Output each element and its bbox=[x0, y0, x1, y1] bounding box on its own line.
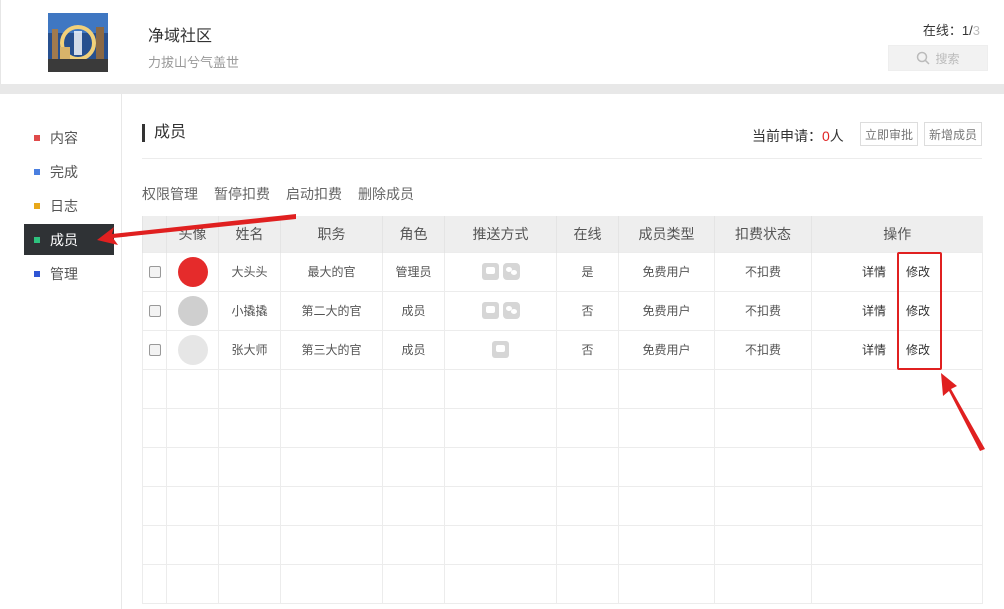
apply-prefix: 当前申请： bbox=[752, 128, 822, 144]
member-online: 否 bbox=[556, 290, 619, 331]
permission-manage-link[interactable]: 权限管理 bbox=[142, 184, 198, 204]
table-row: 小撬撬 第二大的官 成员 否 免费用户 不扣费 详情 修改 bbox=[142, 290, 983, 331]
app-subtitle: 力拔山兮气盖世 bbox=[148, 55, 240, 70]
sidebar-item-label: 成员 bbox=[50, 231, 78, 248]
detail-link[interactable]: 详情 bbox=[862, 343, 886, 357]
red-dot-icon bbox=[34, 134, 40, 141]
approve-now-button[interactable]: 立即审批 bbox=[860, 122, 918, 146]
member-position: 最大的官 bbox=[280, 251, 383, 292]
column-header-select bbox=[142, 216, 167, 252]
member-name: 张大师 bbox=[218, 329, 281, 370]
column-header-role: 角色 bbox=[382, 216, 445, 252]
empty-row bbox=[142, 524, 983, 565]
app-title: 净域社区 bbox=[148, 28, 213, 45]
row-checkbox[interactable] bbox=[148, 266, 161, 279]
main-panel: 成员 当前申请：0人 立即审批 新增成员 权限管理 暂停扣费 启动扣费 删除成员… bbox=[122, 94, 1004, 609]
pending-application-info: 当前申请：0人 bbox=[752, 126, 844, 146]
sidebar-item-done[interactable]: 完成 bbox=[24, 156, 114, 187]
sidebar-item-label: 完成 bbox=[50, 163, 78, 180]
page-title: 成员 bbox=[142, 124, 186, 142]
message-icon bbox=[481, 263, 499, 280]
bulk-actions-bar: 权限管理 暂停扣费 启动扣费 删除成员 bbox=[142, 184, 430, 204]
edit-link[interactable]: 修改 bbox=[906, 265, 930, 279]
billing-status: 不扣费 bbox=[714, 251, 812, 292]
apply-suffix: 人 bbox=[829, 128, 844, 144]
empty-row bbox=[142, 407, 983, 448]
sidebar-item-label: 管理 bbox=[50, 265, 78, 282]
search-label: 搜索 bbox=[935, 51, 960, 66]
blue-dot-icon bbox=[34, 168, 40, 175]
search-button[interactable]: 搜索 bbox=[888, 45, 988, 71]
table-row: 大头头 最大的官 管理员 是 免费用户 不扣费 详情 修改 bbox=[142, 251, 983, 292]
member-name: 小撬撬 bbox=[218, 290, 281, 331]
wechat-icon bbox=[502, 302, 520, 319]
empty-row bbox=[142, 563, 983, 604]
column-header-online: 在线 bbox=[556, 216, 619, 252]
row-checkbox[interactable] bbox=[148, 305, 161, 318]
sidebar-item-content[interactable]: 内容 bbox=[24, 122, 114, 153]
empty-row bbox=[142, 446, 983, 487]
search-icon bbox=[917, 51, 931, 65]
community-logo bbox=[48, 13, 108, 72]
sidebar-item-members[interactable]: 成员 bbox=[24, 224, 114, 255]
member-type: 免费用户 bbox=[618, 329, 715, 370]
detail-link[interactable]: 详情 bbox=[862, 265, 886, 279]
table-row: 张大师 第三大的官 成员 否 免费用户 不扣费 详情 修改 bbox=[142, 329, 983, 370]
sidebar-item-label: 内容 bbox=[50, 129, 78, 146]
member-type: 免费用户 bbox=[618, 290, 715, 331]
table-header-row: 头像 姓名 职务 角色 推送方式 在线 成员类型 扣费状态 操作 bbox=[142, 216, 983, 252]
add-member-button[interactable]: 新增成员 bbox=[924, 122, 982, 146]
member-online: 否 bbox=[556, 329, 619, 370]
header-divider-band bbox=[0, 84, 1004, 94]
delete-member-link[interactable]: 删除成员 bbox=[358, 184, 414, 204]
sidebar-item-log[interactable]: 日志 bbox=[24, 190, 114, 221]
wechat-icon bbox=[502, 263, 520, 280]
message-icon bbox=[481, 302, 499, 319]
start-billing-link[interactable]: 启动扣费 bbox=[286, 184, 342, 204]
column-header-operations: 操作 bbox=[811, 216, 983, 252]
billing-status: 不扣费 bbox=[714, 329, 812, 370]
online-total: 3 bbox=[972, 23, 980, 38]
detail-link[interactable]: 详情 bbox=[862, 304, 886, 318]
member-name: 大头头 bbox=[218, 251, 281, 292]
column-header-avatar: 头像 bbox=[166, 216, 219, 252]
row-checkbox[interactable] bbox=[148, 344, 161, 357]
green-dot-icon bbox=[34, 236, 40, 243]
empty-row bbox=[142, 485, 983, 526]
empty-row bbox=[142, 368, 983, 409]
edit-link[interactable]: 修改 bbox=[906, 304, 930, 318]
member-position: 第三大的官 bbox=[280, 329, 383, 370]
edit-link[interactable]: 修改 bbox=[906, 343, 930, 357]
members-table: 头像 姓名 职务 角色 推送方式 在线 成员类型 扣费状态 操作 大头头 最大的… bbox=[142, 216, 983, 604]
column-header-billing: 扣费状态 bbox=[714, 216, 812, 252]
column-header-position: 职务 bbox=[280, 216, 383, 252]
avatar bbox=[177, 334, 208, 365]
navy-dot-icon bbox=[34, 270, 40, 277]
member-role: 成员 bbox=[382, 329, 445, 370]
column-header-name: 姓名 bbox=[218, 216, 281, 252]
member-position: 第二大的官 bbox=[280, 290, 383, 331]
member-role: 成员 bbox=[382, 290, 445, 331]
pause-billing-link[interactable]: 暂停扣费 bbox=[214, 184, 270, 204]
column-header-member-type: 成员类型 bbox=[618, 216, 715, 252]
apply-count: 0 bbox=[822, 128, 830, 144]
message-icon bbox=[492, 341, 509, 358]
member-online: 是 bbox=[556, 251, 619, 292]
sidebar-item-manage[interactable]: 管理 bbox=[24, 258, 114, 289]
sidebar-item-label: 日志 bbox=[50, 197, 78, 214]
billing-status: 不扣费 bbox=[714, 290, 812, 331]
avatar bbox=[177, 256, 208, 287]
yellow-dot-icon bbox=[34, 202, 40, 209]
sidebar: 内容 完成 日志 成员 管理 bbox=[0, 94, 122, 609]
top-header: 净域社区 力拔山兮气盖世 在线：1/3 搜索 bbox=[0, 0, 1004, 84]
title-divider bbox=[142, 158, 982, 159]
member-type: 免费用户 bbox=[618, 251, 715, 292]
avatar bbox=[177, 295, 208, 326]
online-label: 在线：1/ bbox=[922, 23, 973, 38]
member-role: 管理员 bbox=[382, 251, 445, 292]
online-count: 在线：1/3 bbox=[923, 20, 980, 39]
column-header-push: 推送方式 bbox=[444, 216, 557, 252]
